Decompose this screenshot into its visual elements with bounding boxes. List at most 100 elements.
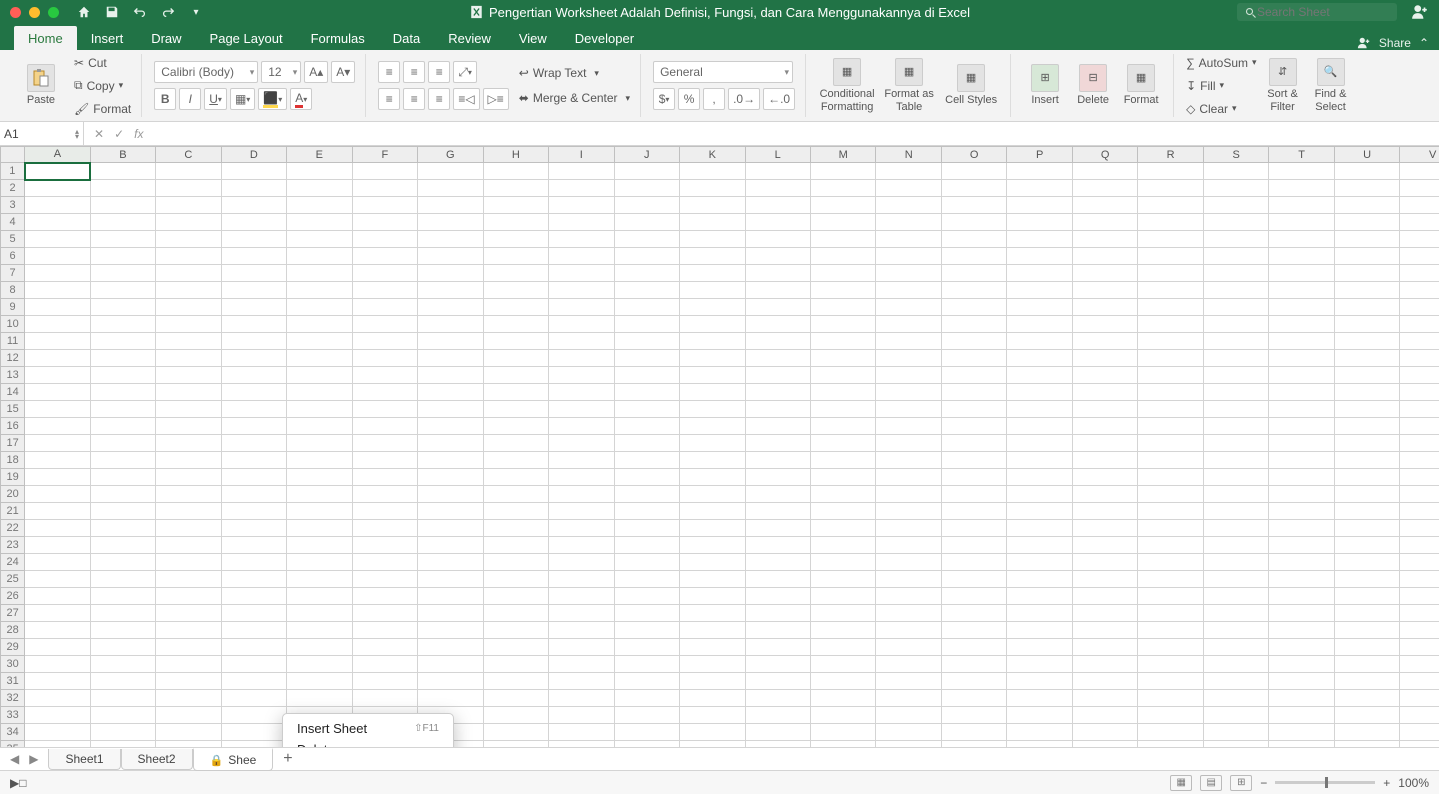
cell-J1[interactable] — [614, 163, 679, 180]
row-header-17[interactable]: 17 — [1, 435, 25, 452]
cell-U22[interactable] — [1334, 520, 1399, 537]
cell-S5[interactable] — [1203, 231, 1268, 248]
cell-V31[interactable] — [1400, 673, 1439, 690]
cell-I11[interactable] — [549, 333, 614, 350]
zoom-level[interactable]: 100% — [1398, 776, 1429, 790]
cell-B4[interactable] — [90, 214, 155, 231]
cell-S3[interactable] — [1203, 197, 1268, 214]
cell-M26[interactable] — [810, 588, 875, 605]
cell-S20[interactable] — [1203, 486, 1268, 503]
cell-F20[interactable] — [352, 486, 417, 503]
cell-T20[interactable] — [1269, 486, 1334, 503]
cell-N17[interactable] — [876, 435, 941, 452]
cell-O34[interactable] — [941, 724, 1006, 741]
cell-F22[interactable] — [352, 520, 417, 537]
cell-P2[interactable] — [1007, 180, 1072, 197]
cell-R1[interactable] — [1138, 163, 1203, 180]
cell-C13[interactable] — [156, 367, 221, 384]
share-button[interactable]: Share — [1379, 36, 1411, 50]
cell-M1[interactable] — [810, 163, 875, 180]
cell-A26[interactable] — [25, 588, 90, 605]
cell-O26[interactable] — [941, 588, 1006, 605]
cell-E7[interactable] — [287, 265, 352, 282]
cell-D22[interactable] — [221, 520, 286, 537]
cell-E3[interactable] — [287, 197, 352, 214]
cancel-formula-icon[interactable]: ✕ — [94, 127, 104, 141]
cell-J21[interactable] — [614, 503, 679, 520]
cell-B21[interactable] — [90, 503, 155, 520]
cell-R12[interactable] — [1138, 350, 1203, 367]
cell-J25[interactable] — [614, 571, 679, 588]
cell-G22[interactable] — [418, 520, 483, 537]
cell-P18[interactable] — [1007, 452, 1072, 469]
cell-B20[interactable] — [90, 486, 155, 503]
cell-R26[interactable] — [1138, 588, 1203, 605]
cell-V5[interactable] — [1400, 231, 1439, 248]
cell-O6[interactable] — [941, 248, 1006, 265]
cell-L11[interactable] — [745, 333, 810, 350]
cell-G10[interactable] — [418, 316, 483, 333]
cell-M29[interactable] — [810, 639, 875, 656]
cell-G13[interactable] — [418, 367, 483, 384]
cell-O5[interactable] — [941, 231, 1006, 248]
cell-S27[interactable] — [1203, 605, 1268, 622]
cell-L3[interactable] — [745, 197, 810, 214]
cell-V35[interactable] — [1400, 741, 1439, 748]
cell-U9[interactable] — [1334, 299, 1399, 316]
tab-data[interactable]: Data — [379, 26, 434, 50]
cell-J17[interactable] — [614, 435, 679, 452]
cell-B26[interactable] — [90, 588, 155, 605]
cell-O25[interactable] — [941, 571, 1006, 588]
cell-C20[interactable] — [156, 486, 221, 503]
cell-Q24[interactable] — [1072, 554, 1137, 571]
cell-F30[interactable] — [352, 656, 417, 673]
cell-H18[interactable] — [483, 452, 548, 469]
cell-S31[interactable] — [1203, 673, 1268, 690]
menu-delete[interactable]: Delete — [283, 739, 453, 747]
row-header-1[interactable]: 1 — [1, 163, 25, 180]
cell-A21[interactable] — [25, 503, 90, 520]
cell-B11[interactable] — [90, 333, 155, 350]
cell-F10[interactable] — [352, 316, 417, 333]
cell-G11[interactable] — [418, 333, 483, 350]
cell-A16[interactable] — [25, 418, 90, 435]
cell-M31[interactable] — [810, 673, 875, 690]
cell-D27[interactable] — [221, 605, 286, 622]
cell-C24[interactable] — [156, 554, 221, 571]
cell-H24[interactable] — [483, 554, 548, 571]
cell-E25[interactable] — [287, 571, 352, 588]
cell-C11[interactable] — [156, 333, 221, 350]
cell-U21[interactable] — [1334, 503, 1399, 520]
cell-I10[interactable] — [549, 316, 614, 333]
cell-A33[interactable] — [25, 707, 90, 724]
cell-G2[interactable] — [418, 180, 483, 197]
cell-H8[interactable] — [483, 282, 548, 299]
cell-I32[interactable] — [549, 690, 614, 707]
cell-A20[interactable] — [25, 486, 90, 503]
cell-L17[interactable] — [745, 435, 810, 452]
row-header-16[interactable]: 16 — [1, 418, 25, 435]
cell-J2[interactable] — [614, 180, 679, 197]
cell-P25[interactable] — [1007, 571, 1072, 588]
cell-N32[interactable] — [876, 690, 941, 707]
cell-I27[interactable] — [549, 605, 614, 622]
cell-K24[interactable] — [680, 554, 745, 571]
cell-S13[interactable] — [1203, 367, 1268, 384]
cell-L10[interactable] — [745, 316, 810, 333]
cell-P29[interactable] — [1007, 639, 1072, 656]
cell-J18[interactable] — [614, 452, 679, 469]
cell-Q17[interactable] — [1072, 435, 1137, 452]
cell-D29[interactable] — [221, 639, 286, 656]
cell-M34[interactable] — [810, 724, 875, 741]
col-header-R[interactable]: R — [1138, 147, 1203, 163]
cell-D8[interactable] — [221, 282, 286, 299]
cell-N33[interactable] — [876, 707, 941, 724]
cell-H10[interactable] — [483, 316, 548, 333]
cell-A12[interactable] — [25, 350, 90, 367]
cell-D12[interactable] — [221, 350, 286, 367]
cell-F1[interactable] — [352, 163, 417, 180]
cell-C28[interactable] — [156, 622, 221, 639]
cell-G12[interactable] — [418, 350, 483, 367]
cell-N30[interactable] — [876, 656, 941, 673]
cell-R7[interactable] — [1138, 265, 1203, 282]
